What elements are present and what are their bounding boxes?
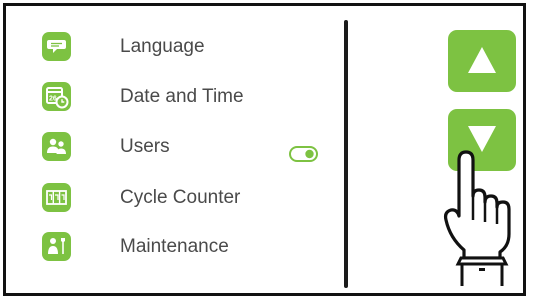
menu-item-label: Cycle Counter — [120, 187, 241, 208]
menu-item-label: Maintenance — [120, 236, 229, 257]
menu-item-label: Date and Time — [120, 86, 244, 107]
wrench-icon — [42, 232, 71, 261]
menu-item-cycle-counter[interactable]: Cycle Counter — [42, 183, 342, 217]
menu-item-language[interactable]: Language — [42, 32, 342, 66]
users-icon — [42, 132, 71, 161]
menu-item-maintenance[interactable]: Maintenance — [42, 232, 342, 266]
calendar-clock-icon: 26 — [42, 82, 71, 111]
panel-divider — [344, 20, 348, 288]
scroll-up-button[interactable] — [448, 30, 516, 92]
menu-item-label: Language — [120, 36, 205, 57]
counter-icon — [42, 183, 71, 212]
speech-bubble-icon — [42, 32, 71, 61]
settings-panel: Language 26 Date and Time Users Cycle Co… — [3, 3, 526, 296]
users-toggle[interactable] — [289, 146, 318, 162]
menu-item-date-and-time[interactable]: 26 Date and Time — [42, 82, 342, 116]
menu-item-label: Users — [120, 136, 170, 157]
arrow-up-icon — [468, 47, 496, 73]
pointing-hand-icon — [443, 150, 511, 286]
